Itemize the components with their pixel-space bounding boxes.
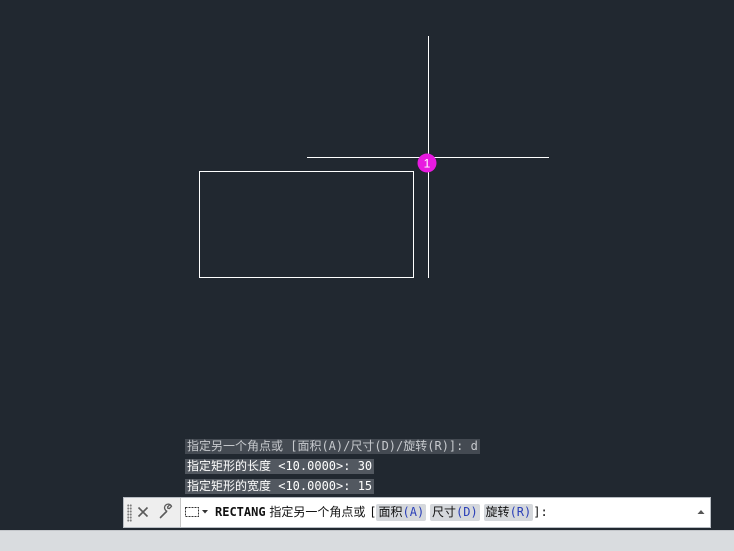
drag-handle[interactable] <box>127 504 132 522</box>
option-area-key: (A) <box>402 505 425 519</box>
option-rotation-label: 旋转 <box>485 505 510 519</box>
caret-up-icon[interactable] <box>696 507 706 517</box>
drawing-canvas[interactable]: 1 指定另一个角点或 [面积(A)/尺寸(D)/旋转(R)]: d 指定矩形的长… <box>0 0 734 530</box>
option-dimensions[interactable]: 尺寸(D) <box>430 504 480 521</box>
command-history-line: 指定矩形的宽度 <10.0000>: 15 <box>185 479 375 494</box>
prompt-bracket-open: [ <box>369 505 377 519</box>
command-prompt: RECTANG 指定另一个角点或 [面积(A) 尺寸(D) 旋转(R)]: <box>215 498 548 527</box>
command-history-line: 指定矩形的长度 <10.0000>: 30 <box>185 459 375 474</box>
command-history-line: 指定另一个角点或 [面积(A)/尺寸(D)/旋转(R)]: d <box>185 439 480 454</box>
drawn-rectangle[interactable] <box>199 171 414 278</box>
option-rotation-key: (R) <box>509 505 532 519</box>
option-area[interactable]: 面积(A) <box>376 504 427 521</box>
option-rotation[interactable]: 旋转(R) <box>483 504 534 521</box>
status-bar <box>0 530 734 551</box>
option-area-label: 面积 <box>378 505 403 519</box>
command-line-toolbar <box>124 498 181 527</box>
prompt-bracket-close: ]: <box>533 505 548 519</box>
wrench-icon[interactable] <box>157 503 175 521</box>
step-marker-label: 1 <box>424 157 431 171</box>
command-input[interactable]: RECTANG 指定另一个角点或 [面积(A) 尺寸(D) 旋转(R)]: <box>181 498 710 527</box>
prompt-text: 指定另一个角点或 <box>269 505 366 519</box>
command-name: RECTANG <box>215 505 266 519</box>
option-dimensions-key: (D) <box>456 505 478 519</box>
option-dimensions-label: 尺寸 <box>432 505 457 519</box>
close-icon[interactable] <box>134 503 152 521</box>
rectangle-select-icon[interactable] <box>184 505 210 519</box>
command-line[interactable]: RECTANG 指定另一个角点或 [面积(A) 尺寸(D) 旋转(R)]: <box>123 497 711 528</box>
